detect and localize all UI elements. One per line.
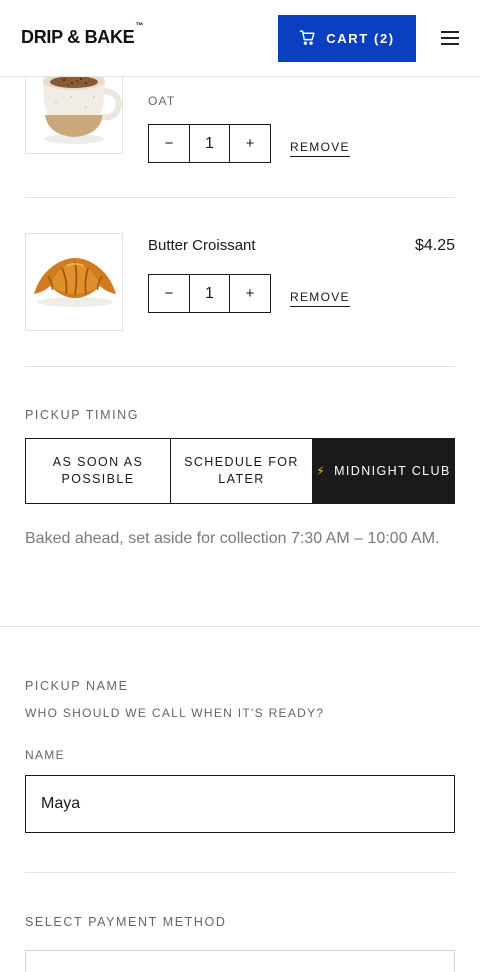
- pickup-timing-selector: AS SOON AS POSSIBLE SCHEDULE FOR LATER ⚡ M…: [25, 438, 455, 504]
- cart-button[interactable]: CART (2): [278, 15, 416, 62]
- item-price: $4.25: [414, 237, 455, 254]
- pickup-timing-label: PICKUP TIMING: [25, 408, 140, 422]
- quantity-stepper: − 1 +: [148, 124, 271, 163]
- timing-option-schedule[interactable]: SCHEDULE FOR LATER: [170, 439, 312, 503]
- section-divider: [0, 626, 480, 627]
- brand-logo[interactable]: DRIP & BAKE™: [21, 21, 143, 48]
- name-field[interactable]: [25, 775, 455, 833]
- name-field-label: NAME: [25, 748, 65, 762]
- increment-button[interactable]: +: [230, 275, 270, 312]
- remove-item-button[interactable]: REMOVE: [290, 290, 350, 307]
- decrement-button[interactable]: −: [149, 275, 189, 312]
- quantity-value[interactable]: 1: [189, 275, 230, 312]
- divider: [25, 366, 455, 367]
- croissant-thumbnail: [25, 233, 123, 331]
- decrement-button[interactable]: −: [149, 125, 189, 162]
- timing-option-asap[interactable]: AS SOON AS POSSIBLE: [26, 439, 170, 503]
- croissant-image: [34, 258, 116, 307]
- payment-method-option[interactable]: [25, 950, 455, 972]
- increment-button[interactable]: +: [230, 125, 270, 162]
- checkout-page: DRIP & BAKE™ CART (2) OAT − 1 + REMOVE B…: [0, 0, 480, 972]
- remove-item-button[interactable]: REMOVE: [290, 140, 350, 157]
- timing-option-midnight-club[interactable]: ⚡ MIDNIGHT CLUB: [312, 439, 454, 503]
- site-header: DRIP & BAKE™ CART (2): [0, 0, 480, 77]
- hamburger-menu-icon[interactable]: [441, 28, 459, 48]
- lightning-icon: ⚡: [316, 463, 327, 478]
- payment-method-label: SELECT PAYMENT METHOD: [25, 915, 227, 929]
- item-name: Butter Croissant: [148, 237, 256, 254]
- quantity-stepper: − 1 +: [148, 274, 271, 313]
- divider: [25, 872, 455, 873]
- quantity-value[interactable]: 1: [189, 125, 230, 162]
- cart-icon: [299, 29, 316, 49]
- pickup-name-label: PICKUP NAME: [25, 679, 129, 693]
- item-variant: OAT: [148, 94, 176, 108]
- pickup-name-hint: WHO SHOULD WE CALL WHEN IT'S READY?: [25, 706, 325, 720]
- cart-label: CART (2): [326, 31, 395, 46]
- divider: [25, 197, 455, 198]
- timing-description: Baked ahead, set aside for collection 7:…: [25, 530, 440, 547]
